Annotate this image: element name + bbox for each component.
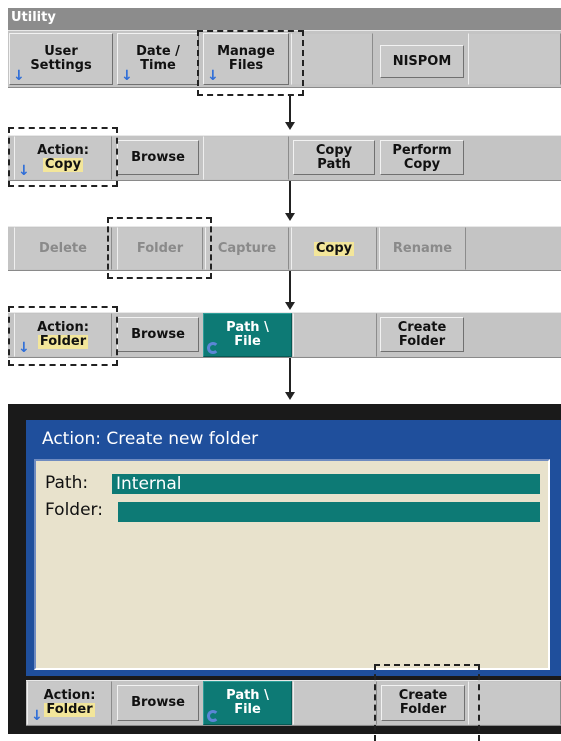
create-folder-highlight [374,664,480,741]
action-value: Folder [44,702,95,717]
copy-path-softkey[interactable]: Copy Path [293,140,375,175]
empty-softkey [203,136,289,180]
capture-choice[interactable]: Capture [205,227,289,270]
rename-choice[interactable]: Rename [379,227,466,270]
delete-choice[interactable]: Delete [14,227,112,270]
create-folder-softkey[interactable]: Create Folder [380,317,464,352]
connector-line [289,271,291,302]
path-label: Path: [45,473,89,493]
connector-line [289,96,291,122]
connector-line [289,358,291,392]
action-folder-softkey[interactable]: Action: Folder ↓ [27,681,112,725]
utility-title: Utility [8,8,561,30]
empty-softkey [293,681,377,725]
browse-softkey[interactable]: Browse [117,140,199,175]
path-file-softkey[interactable]: Path \ File [203,681,292,725]
manage-files-highlight [197,30,304,96]
empty-softkey [468,681,561,725]
action-folder-highlight [8,306,118,366]
down-arrow-icon: ↓ [121,68,133,84]
folder-label: Folder: [45,500,103,520]
connector-line [289,181,291,213]
perform-copy-softkey[interactable]: Perform Copy [380,140,464,175]
folder-name-field[interactable] [118,502,540,522]
connector-arrow-icon [285,213,295,221]
cycle-icon [207,710,219,722]
connector-arrow-icon [285,122,295,130]
down-arrow-icon: ↓ [31,708,43,724]
connector-arrow-icon [285,392,295,400]
date-time-softkey[interactable]: Date / Time ↓ [117,33,199,85]
empty-softkey [293,313,377,357]
path-field[interactable]: Internal [112,474,540,494]
copy-choice[interactable]: Copy [291,227,377,270]
dialog-title: Action: Create new folder [42,429,259,449]
nispom-softkey[interactable]: NISPOM [380,45,464,78]
cycle-icon [207,342,219,354]
user-settings-softkey[interactable]: User Settings ↓ [9,33,113,85]
folder-choice-highlight [107,217,212,279]
action-copy-highlight [8,127,118,187]
browse-softkey[interactable]: Browse [117,317,199,352]
empty-softkey [468,33,561,85]
connector-arrow-icon [285,302,295,310]
path-file-softkey[interactable]: Path \ File [203,313,292,357]
down-arrow-icon: ↓ [13,68,25,84]
browse-softkey[interactable]: Browse [117,685,199,721]
